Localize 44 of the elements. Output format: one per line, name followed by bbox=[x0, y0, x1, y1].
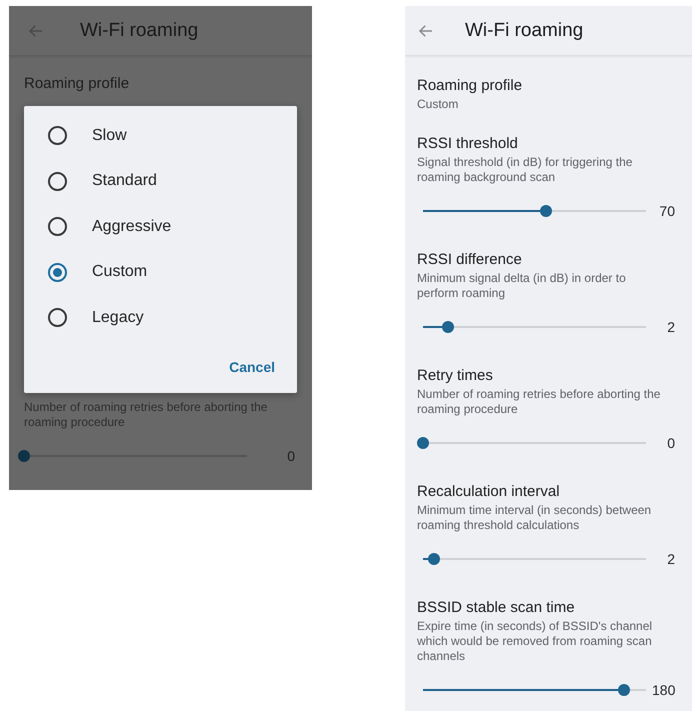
option-label: Legacy bbox=[92, 308, 144, 327]
cancel-button[interactable]: Cancel bbox=[221, 354, 283, 378]
slider-thumb[interactable] bbox=[417, 437, 429, 449]
setting-title: Retry times bbox=[417, 366, 494, 385]
setting-summary: Signal threshold (in dB) for triggering the roaming background scan bbox=[417, 155, 634, 185]
setting-value: Custom bbox=[417, 97, 460, 112]
radio-option[interactable]: Standard bbox=[24, 158, 297, 204]
radio-option[interactable]: Custom bbox=[24, 250, 297, 295]
radio-button[interactable] bbox=[48, 172, 67, 191]
radio-button[interactable] bbox=[48, 126, 67, 146]
slider-thumb[interactable] bbox=[428, 553, 440, 565]
radio-button[interactable] bbox=[48, 217, 67, 236]
setting-title: Recalculation interval bbox=[417, 482, 561, 501]
option-label: Aggressive bbox=[92, 218, 172, 236]
setting-summary: Number of roaming retries before aborting the roaming procedure bbox=[24, 400, 268, 430]
slider-thumb[interactable] bbox=[618, 684, 630, 696]
screen-title: Wi-Fi roaming bbox=[80, 20, 198, 42]
radio-option[interactable]: Legacy bbox=[24, 295, 297, 340]
setting-summary: Minimum signal delta (in dB) in order to perform roaming bbox=[417, 271, 627, 301]
setting-title: RSSI threshold bbox=[417, 134, 519, 153]
slider-value: 0 bbox=[666, 435, 676, 451]
radio-option[interactable]: Aggressive bbox=[24, 204, 297, 250]
option-label: Custom bbox=[92, 263, 148, 282]
slider-thumb[interactable] bbox=[18, 450, 30, 462]
screen-title: Wi-Fi roaming bbox=[465, 20, 584, 42]
setting-summary: Number of roaming retries before aborting the roaming procedure bbox=[417, 387, 662, 417]
setting-summary: Minimum time interval (in seconds) between roaming threshold calculations bbox=[417, 503, 652, 533]
option-label: Standard bbox=[92, 172, 157, 190]
setting-summary: Expire time (in seconds) of BSSID's channel which would be removed from roaming scan channels bbox=[417, 619, 654, 664]
option-label: Slow bbox=[92, 126, 127, 145]
setting-title: RSSI difference bbox=[417, 250, 523, 269]
slider-value: 0 bbox=[286, 448, 296, 464]
slider-value: 70 bbox=[658, 203, 676, 219]
setting-title: BSSID stable scan time bbox=[417, 598, 576, 617]
slider-value: 2 bbox=[666, 319, 676, 335]
setting-title: Roaming profile bbox=[24, 74, 130, 93]
setting-title: Roaming profile bbox=[417, 76, 524, 95]
slider-value: 2 bbox=[666, 551, 676, 567]
radio-option[interactable]: Slow bbox=[24, 113, 297, 158]
slider-thumb[interactable] bbox=[540, 205, 552, 217]
slider-value: 180 bbox=[652, 682, 676, 698]
radio-button[interactable] bbox=[48, 308, 67, 328]
slider-thumb[interactable] bbox=[442, 321, 454, 333]
radio-button[interactable] bbox=[48, 262, 67, 282]
